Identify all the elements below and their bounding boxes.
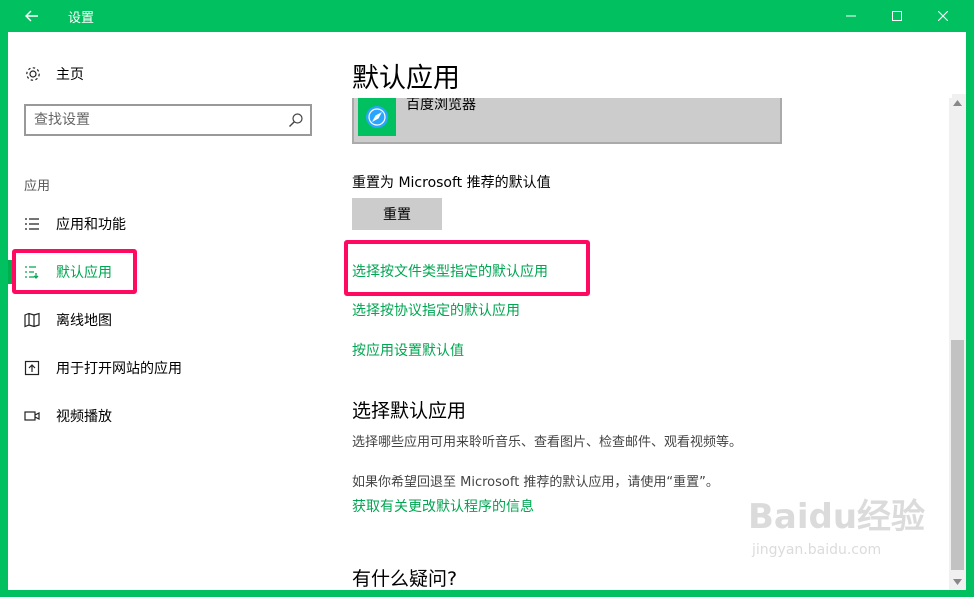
scroll-thumb[interactable] xyxy=(951,340,964,570)
sidebar-section-label: 应用 xyxy=(24,179,51,194)
video-icon xyxy=(24,411,40,421)
minimize-icon xyxy=(846,15,856,17)
sidebar-item-label: 应用和功能 xyxy=(56,217,126,233)
search-box[interactable] xyxy=(24,104,312,136)
back-button[interactable] xyxy=(8,0,56,32)
page-title: 默认应用 xyxy=(352,54,952,98)
search-icon xyxy=(289,113,303,127)
default-apps-icon xyxy=(25,266,39,279)
sidebar-item-apps-features[interactable]: 应用和功能 xyxy=(8,204,336,244)
sidebar-item-default-apps[interactable]: 默认应用 xyxy=(8,252,336,292)
window-title: 设置 xyxy=(68,11,95,26)
reset-description: 重置为 Microsoft 推荐的默认值 xyxy=(352,175,551,191)
list-icon xyxy=(25,218,39,230)
sidebar-item-offline-maps[interactable]: 离线地图 xyxy=(8,300,336,340)
vertical-scrollbar[interactable] xyxy=(949,94,966,590)
link-choose-by-protocol[interactable]: 选择按协议指定的默认应用 xyxy=(352,300,520,320)
map-icon xyxy=(24,312,40,328)
minimize-button[interactable] xyxy=(828,0,874,32)
compass-icon xyxy=(366,106,388,128)
gear-icon xyxy=(26,67,40,81)
link-choose-by-file-type[interactable]: 选择按文件类型指定的默认应用 xyxy=(352,261,548,281)
maximize-button[interactable] xyxy=(874,0,920,32)
open-web-icon xyxy=(24,360,40,376)
close-icon xyxy=(938,11,948,21)
window-client: 主页 应用 应用和功能 默认应用 xyxy=(8,32,966,590)
revert-description: 如果你希望回退至 Microsoft 推荐的默认应用，请使用“重置”。 xyxy=(352,475,719,490)
chevron-down-icon xyxy=(953,578,962,585)
faq-heading: 有什么疑问? xyxy=(352,568,458,590)
chevron-up-icon xyxy=(953,99,962,106)
sidebar-item-label: 用于打开网站的应用 xyxy=(56,361,182,377)
reset-button[interactable]: 重置 xyxy=(352,198,442,230)
sidebar-item-label: 默认应用 xyxy=(56,265,112,281)
choose-default-apps-description: 选择哪些应用可用来聆听音乐、查看图片、检查邮件、观看视频等。 xyxy=(352,435,743,450)
scroll-down-button[interactable] xyxy=(949,573,966,590)
sidebar-item-apps-for-websites[interactable]: 用于打开网站的应用 xyxy=(8,348,336,388)
active-indicator xyxy=(8,260,13,284)
main-content: 百度浏览器 默认应用 重置为 Microsoft 推荐的默认值 重置 选择按文件… xyxy=(336,32,966,590)
back-arrow-icon xyxy=(25,10,38,22)
sidebar-item-label: 离线地图 xyxy=(56,313,112,329)
sidebar-home[interactable]: 主页 xyxy=(24,62,84,86)
choose-default-apps-heading: 选择默认应用 xyxy=(352,400,467,422)
maximize-icon xyxy=(892,11,902,21)
settings-window: 设置 主页 查找设置 应用 应用和功能 默认应用 离线地图 用于打开网站的应用 … xyxy=(0,0,974,597)
sidebar-item-label: 视频播放 xyxy=(56,409,112,425)
title-bar: 设置 xyxy=(0,0,974,32)
close-button[interactable] xyxy=(920,0,966,32)
link-default-programs-info[interactable]: 获取有关更改默认程序的信息 xyxy=(352,496,534,516)
search-input[interactable] xyxy=(34,110,279,130)
sidebar: 主页 应用 应用和功能 默认应用 xyxy=(8,32,336,590)
baidu-browser-icon xyxy=(358,98,396,136)
sidebar-item-video-playback[interactable]: 视频播放 xyxy=(8,396,336,436)
link-set-defaults-by-app[interactable]: 按应用设置默认值 xyxy=(352,340,464,360)
sidebar-home-label: 主页 xyxy=(56,67,84,83)
